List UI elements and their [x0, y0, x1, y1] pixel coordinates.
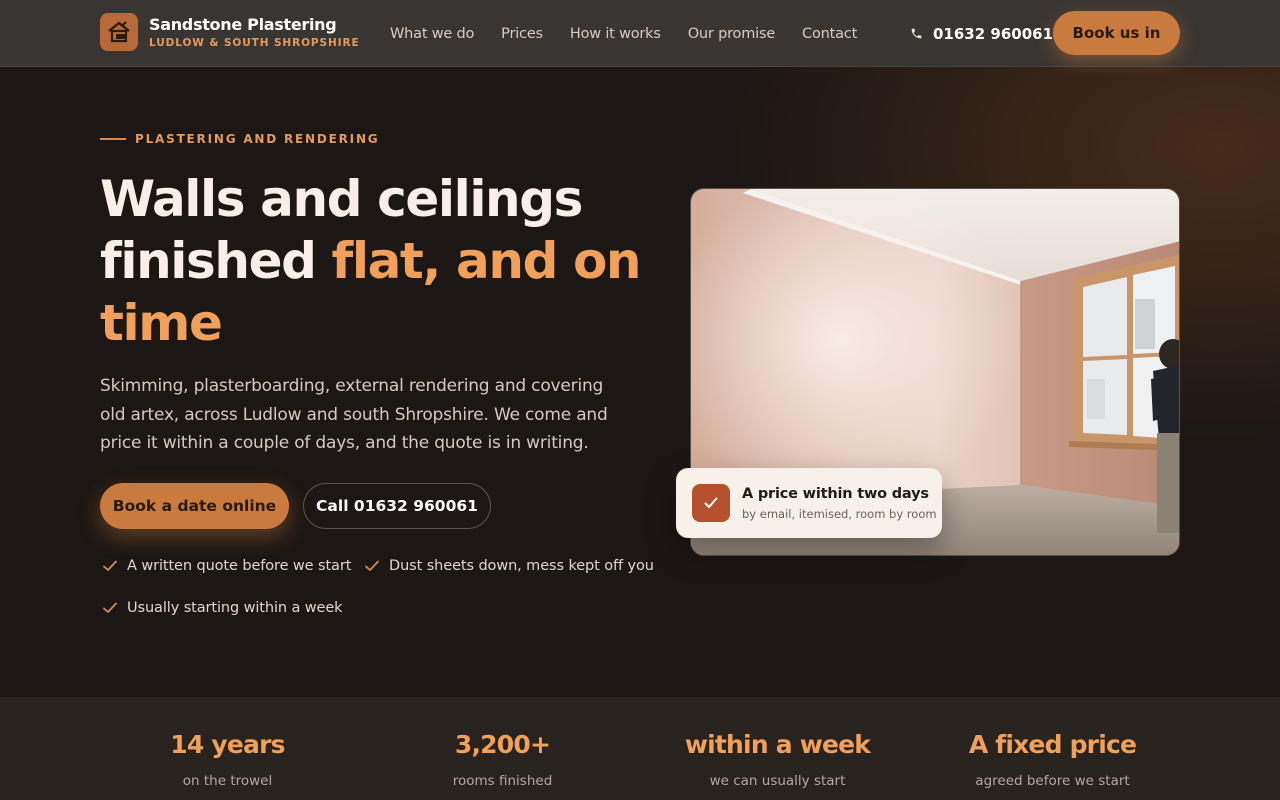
nav-link-our-promise[interactable]: Our promise: [688, 26, 776, 42]
brand[interactable]: Sandstone Plastering LUDLOW & SOUTH SHRO…: [100, 13, 360, 51]
brand-tagline: LUDLOW & SOUTH SHROPSHIRE: [149, 36, 360, 49]
call-phone-button[interactable]: Call 01632 960061: [303, 483, 491, 529]
stat-label: rooms finished: [452, 773, 553, 789]
nav-link-prices[interactable]: Prices: [501, 26, 543, 42]
eyebrow-rule: [100, 138, 126, 140]
stat-value: 14 years: [170, 730, 285, 759]
house-trowel-icon: [100, 13, 138, 51]
checkmark-icon: [103, 560, 117, 571]
nav-link-contact[interactable]: Contact: [802, 26, 857, 42]
nav-phone-link[interactable]: 01632 960061: [910, 0, 1053, 67]
nav-links: What we do Prices How it works Our promi…: [390, 0, 884, 67]
top-navigation: Sandstone Plastering LUDLOW & SOUTH SHRO…: [0, 0, 1280, 67]
checkmark-icon: [692, 484, 730, 522]
badge-title: A price within two days: [742, 485, 929, 502]
stat-value: A fixed price: [968, 730, 1137, 759]
check-text: A written quote before we start: [127, 558, 352, 574]
nav-link-what-we-do[interactable]: What we do: [390, 26, 474, 42]
quote-promise-badge: A price within two days by email, itemis…: [676, 468, 942, 538]
headline-line-1: Walls and ceilings: [100, 170, 583, 228]
brand-name: Sandstone Plastering: [149, 14, 337, 34]
check-item-start-within-week: Usually starting within a week: [102, 600, 343, 616]
badge-subtitle: by email, itemised, room by room: [742, 506, 937, 521]
check-text: Dust sheets down, mess kept off you: [389, 558, 654, 574]
book-date-online-button[interactable]: Book a date online: [100, 483, 289, 529]
headline-line-2-plain: finished: [100, 232, 332, 290]
hero-description: Skimming, plasterboarding, external rend…: [100, 376, 608, 453]
check-item-dust-sheets: Dust sheets down, mess kept off you: [364, 558, 654, 574]
phone-icon: [911, 28, 922, 39]
book-us-in-button[interactable]: Book us in: [1053, 11, 1180, 55]
headline-line-2-accent: flat, and on: [331, 232, 642, 290]
nav-link-how-it-works[interactable]: How it works: [570, 26, 661, 42]
hero-headline: Walls and ceilings finished flat, and on…: [100, 168, 660, 354]
check-text: Usually starting within a week: [127, 600, 343, 616]
stat-label: on the trowel: [182, 773, 273, 789]
stat-label: we can usually start: [709, 773, 846, 789]
check-item-written-quote: A written quote before we start: [102, 558, 351, 574]
stat-value: within a week: [684, 730, 871, 759]
stats-strip: 14 years on the trowel 3,200+ rooms fini…: [0, 697, 1280, 800]
nav-phone-number: 01632 960061: [933, 24, 1054, 43]
stat-value: 3,200+: [454, 730, 551, 759]
eyebrow-text: PLASTERING AND RENDERING: [135, 132, 380, 146]
stat-label: agreed before we start: [975, 773, 1130, 789]
headline-line-3-accent: time: [100, 294, 223, 352]
checkmark-icon: [365, 560, 379, 571]
hero-eyebrow: PLASTERING AND RENDERING: [100, 132, 379, 146]
checkmark-icon: [103, 602, 117, 613]
